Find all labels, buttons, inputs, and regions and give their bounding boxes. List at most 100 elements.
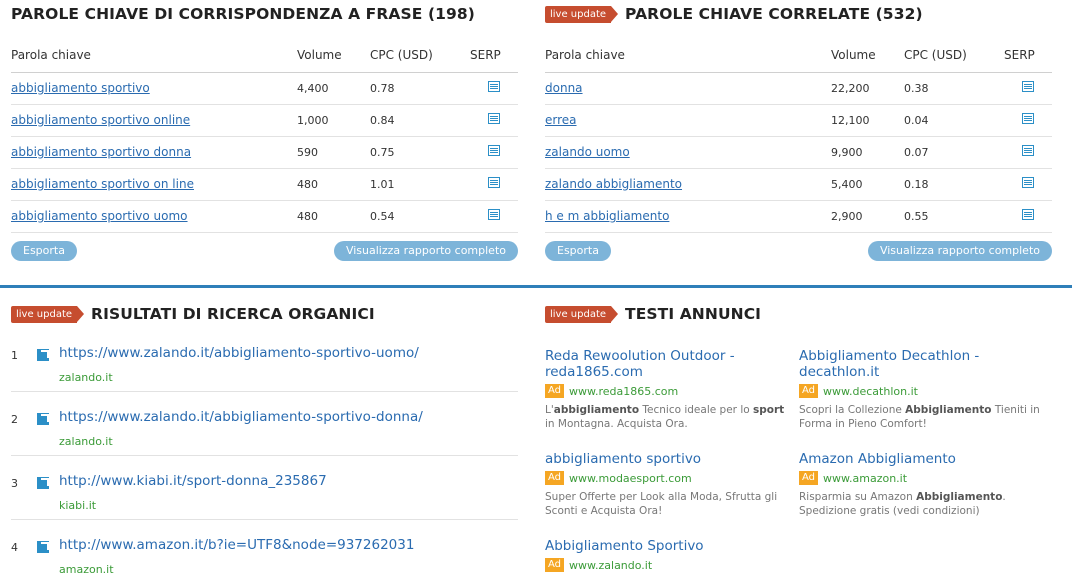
result-rank: 1 xyxy=(11,349,18,362)
external-link-icon[interactable] xyxy=(37,541,49,553)
serp-icon[interactable] xyxy=(488,145,500,156)
keyword-link[interactable]: errea xyxy=(545,113,577,127)
export-button[interactable]: Esporta xyxy=(11,240,77,261)
full-report-button[interactable]: Visualizza rapporto completo xyxy=(867,240,1052,261)
volume-cell: 5,400 xyxy=(831,168,904,201)
table-header-row: Parola chiave Volume CPC (USD) SERP xyxy=(545,38,1052,73)
ad-title[interactable]: Amazon Abbigliamento xyxy=(799,451,1049,467)
phrase-match-title: PAROLE CHIAVE DI CORRISPONDENZA A FRASE … xyxy=(11,5,475,23)
result-domain: kiabi.it xyxy=(59,499,97,512)
serp-icon[interactable] xyxy=(1022,113,1034,124)
list-item: 3 http://www.kiabi.it/sport-donna_235867… xyxy=(11,456,518,520)
serp-icon[interactable] xyxy=(488,209,500,220)
table-row: abbigliamento sportivo 4,400 0.78 xyxy=(11,72,518,105)
serp-icon[interactable] xyxy=(488,177,500,188)
table-row: abbigliamento sportivo uomo 480 0.54 xyxy=(11,200,518,233)
result-rank: 4 xyxy=(11,541,18,554)
cpc-cell: 0.75 xyxy=(370,136,470,169)
external-link-icon[interactable] xyxy=(37,413,49,425)
ad-item: Abbigliamento Decathlon - decathlon.it A… xyxy=(799,348,1049,431)
cpc-cell: 0.55 xyxy=(904,200,1004,233)
ad-title[interactable]: Reda Rewoolution Outdoor - reda1865.com xyxy=(545,348,795,380)
cpc-cell: 0.78 xyxy=(370,72,470,105)
phrase-match-table: Parola chiave Volume CPC (USD) SERP abbi… xyxy=(11,38,518,233)
live-update-badge: live update xyxy=(545,5,619,23)
keyword-link[interactable]: abbigliamento sportivo on line xyxy=(11,177,194,191)
table-row: abbigliamento sportivo on line 480 1.01 xyxy=(11,168,518,201)
volume-cell: 480 xyxy=(297,168,370,201)
phrase-match-actions: Esporta Visualizza rapporto completo xyxy=(11,240,518,261)
ad-item: Reda Rewoolution Outdoor - reda1865.com … xyxy=(545,348,795,431)
keyword-link[interactable]: zalando uomo xyxy=(545,145,630,159)
keyword-link[interactable]: abbigliamento sportivo xyxy=(11,81,150,95)
volume-cell: 9,900 xyxy=(831,136,904,169)
serp-icon[interactable] xyxy=(1022,209,1034,220)
col-cpc: CPC (USD) xyxy=(904,38,1004,73)
result-domain: amazon.it xyxy=(59,563,114,576)
ad-title[interactable]: Abbigliamento Sportivo xyxy=(545,538,795,554)
ad-item: Abbigliamento Sportivo Ad www.zalando.it xyxy=(545,538,795,572)
keyword-link[interactable]: donna xyxy=(545,81,583,95)
keyword-link[interactable]: abbigliamento sportivo donna xyxy=(11,145,191,159)
ad-url: www.modaesport.com xyxy=(569,471,692,485)
result-rank: 3 xyxy=(11,477,18,490)
table-row: abbigliamento sportivo donna 590 0.75 xyxy=(11,136,518,169)
phrase-match-panel: PAROLE CHIAVE DI CORRISPONDENZA A FRASE … xyxy=(11,0,518,261)
table-row: zalando abbigliamento 5,400 0.18 xyxy=(545,168,1052,201)
ads-title: TESTI ANNUNCI xyxy=(625,305,762,323)
volume-cell: 1,000 xyxy=(297,104,370,137)
list-item: 2 https://www.zalando.it/abbigliamento-s… xyxy=(11,392,518,456)
serp-icon[interactable] xyxy=(1022,145,1034,156)
table-row: errea 12,100 0.04 xyxy=(545,104,1052,137)
cpc-cell: 0.54 xyxy=(370,200,470,233)
cpc-cell: 0.18 xyxy=(904,168,1004,201)
section-divider xyxy=(0,285,1072,288)
serp-icon[interactable] xyxy=(488,81,500,92)
organic-results-panel: live update RISULTATI DI RICERCA ORGANIC… xyxy=(11,300,518,577)
col-keyword: Parola chiave xyxy=(11,38,297,73)
serp-icon[interactable] xyxy=(1022,81,1034,92)
serp-icon[interactable] xyxy=(488,113,500,124)
organic-list: 1 https://www.zalando.it/abbigliamento-s… xyxy=(11,328,518,577)
live-update-badge: live update xyxy=(545,305,619,323)
related-header: live update PAROLE CHIAVE CORRELATE (532… xyxy=(545,0,1052,28)
keyword-link[interactable]: h e m abbigliamento xyxy=(545,209,669,223)
col-cpc: CPC (USD) xyxy=(370,38,470,73)
serp-icon[interactable] xyxy=(1022,177,1034,188)
ad-description: L'abbigliamento Tecnico ideale per lo sp… xyxy=(545,404,785,430)
result-url[interactable]: http://www.kiabi.it/sport-donna_235867 xyxy=(59,473,327,489)
phrase-match-header: PAROLE CHIAVE DI CORRISPONDENZA A FRASE … xyxy=(11,0,518,28)
volume-cell: 4,400 xyxy=(297,72,370,105)
table-header-row: Parola chiave Volume CPC (USD) SERP xyxy=(11,38,518,73)
cpc-cell: 1.01 xyxy=(370,168,470,201)
col-serp: SERP xyxy=(470,38,518,73)
related-actions: Esporta Visualizza rapporto completo xyxy=(545,240,1052,261)
related-table: Parola chiave Volume CPC (USD) SERP donn… xyxy=(545,38,1052,233)
result-url[interactable]: http://www.amazon.it/b?ie=UTF8&node=9372… xyxy=(59,537,414,553)
ad-title[interactable]: Abbigliamento Decathlon - decathlon.it xyxy=(799,348,1049,380)
keyword-link[interactable]: abbigliamento sportivo online xyxy=(11,113,190,127)
cpc-cell: 0.84 xyxy=(370,104,470,137)
related-keywords-panel: live update PAROLE CHIAVE CORRELATE (532… xyxy=(545,0,1052,261)
ad-texts-panel: live update TESTI ANNUNCI Reda Rewooluti… xyxy=(545,300,1065,572)
volume-cell: 12,100 xyxy=(831,104,904,137)
result-url[interactable]: https://www.zalando.it/abbigliamento-spo… xyxy=(59,409,423,425)
external-link-icon[interactable] xyxy=(37,349,49,361)
ad-badge: Ad xyxy=(545,384,565,398)
keyword-link[interactable]: zalando abbigliamento xyxy=(545,177,682,191)
keyword-link[interactable]: abbigliamento sportivo uomo xyxy=(11,209,188,223)
result-url[interactable]: https://www.zalando.it/abbigliamento-spo… xyxy=(59,345,419,361)
external-link-icon[interactable] xyxy=(37,477,49,489)
list-item: 4 http://www.amazon.it/b?ie=UTF8&node=93… xyxy=(11,520,518,577)
table-row: zalando uomo 9,900 0.07 xyxy=(545,136,1052,169)
ad-badge: Ad xyxy=(545,558,565,572)
export-button[interactable]: Esporta xyxy=(545,240,611,261)
cpc-cell: 0.04 xyxy=(904,104,1004,137)
volume-cell: 2,900 xyxy=(831,200,904,233)
ad-badge: Ad xyxy=(799,471,819,485)
ad-title[interactable]: abbigliamento sportivo xyxy=(545,451,795,467)
full-report-button[interactable]: Visualizza rapporto completo xyxy=(333,240,518,261)
organic-header: live update RISULTATI DI RICERCA ORGANIC… xyxy=(11,300,518,328)
result-rank: 2 xyxy=(11,413,18,426)
table-row: h e m abbigliamento 2,900 0.55 xyxy=(545,200,1052,233)
